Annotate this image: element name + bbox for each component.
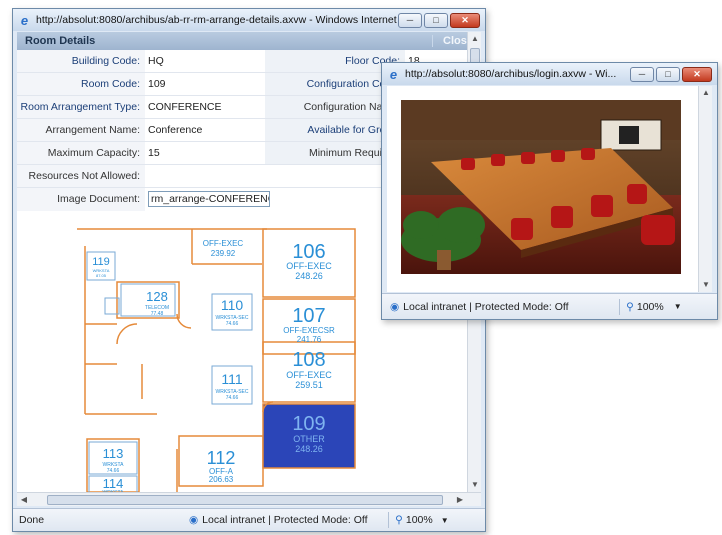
room-113-number[interactable]: 113	[103, 446, 124, 461]
room-109-area: 248.26	[295, 444, 323, 454]
room-106-area: 248.26	[295, 271, 323, 281]
scroll-up-icon[interactable]: ▲	[699, 86, 713, 100]
scroll-down-icon[interactable]: ▼	[699, 278, 713, 292]
room-112-area: 206.63	[209, 475, 234, 484]
maximum-capacity-value: 15	[148, 147, 160, 159]
building-code-value: HQ	[148, 55, 164, 67]
room-top-area: 239.92	[211, 249, 236, 258]
resources-not-allowed-label: Resources Not Allowed:	[17, 165, 145, 187]
zone-globe-icon: ◉	[390, 300, 400, 313]
room-114-number[interactable]: 114	[103, 476, 124, 491]
image-document-field[interactable]: rm_arrange-CONFERENCE	[148, 191, 270, 207]
room-119-number[interactable]: 119	[92, 256, 110, 268]
room-code-label: Room Code:	[17, 73, 145, 95]
room-128-number[interactable]: 128	[146, 289, 168, 304]
zoom-icon: ⚲	[626, 300, 634, 313]
room-arrangement-type-value: CONFERENCE	[148, 101, 222, 113]
popup-zone-text: Local intranet | Protected Mode: Off	[403, 300, 569, 313]
main-window-title: http://absolut:8080/archibus/ab-rr-rm-ar…	[36, 14, 398, 26]
zoom-level[interactable]: 100%	[406, 514, 433, 526]
room-110-number[interactable]: 110	[221, 297, 244, 313]
maximize-icon: □	[433, 15, 439, 25]
dropdown-arrow-icon[interactable]: ▼	[441, 516, 449, 525]
room-details-header: Room Details Close	[17, 32, 481, 50]
horizontal-scroll-thumb[interactable]	[47, 495, 443, 505]
status-divider	[388, 512, 390, 528]
close-window-button[interactable]: ✕	[682, 66, 712, 82]
room-109-type: OTHER	[293, 434, 325, 444]
resources-not-allowed-value	[145, 165, 265, 187]
arrangement-name-value: Conference	[148, 124, 203, 136]
popup-title-bar[interactable]: e http://absolut:8080/archibus/login.axv…	[382, 63, 717, 85]
zone-text: Local intranet | Protected Mode: Off	[202, 514, 368, 526]
room-110-area: 74.66	[226, 321, 239, 327]
minimize-button[interactable]: ─	[630, 66, 654, 82]
room-111-area: 74.66	[226, 395, 239, 401]
minimize-button[interactable]: ─	[398, 12, 422, 28]
popup-window-title: http://absolut:8080/archibus/login.axvw …	[405, 68, 617, 80]
main-status-bar: Done ◉ Local intranet | Protected Mode: …	[13, 508, 485, 531]
building-code-label: Building Code:	[17, 50, 145, 72]
maximize-button[interactable]: □	[656, 66, 680, 82]
popup-status-bar: ◉ Local intranet | Protected Mode: Off ⚲…	[382, 293, 717, 319]
image-document-label: Image Document:	[17, 188, 145, 211]
room-106-type: OFF-EXEC	[286, 261, 332, 271]
popup-content: ▲ ▼	[387, 86, 712, 292]
scroll-down-icon[interactable]: ▼	[468, 478, 481, 492]
room-code-value: 109	[148, 78, 166, 90]
horizontal-scrollbar[interactable]: ◀ ▶	[17, 492, 481, 506]
arrangement-name-label: Arrangement Name:	[17, 119, 145, 141]
room-107-type: OFF-EXECSR	[283, 326, 335, 335]
room-108-number[interactable]: 108	[292, 349, 325, 371]
room-107-number[interactable]: 107	[292, 305, 325, 327]
minimize-icon: ─	[638, 69, 646, 79]
room-109-number[interactable]: 109	[292, 413, 325, 435]
close-icon: ✕	[461, 14, 469, 25]
maximum-capacity-label: Maximum Capacity:	[17, 142, 145, 164]
room-107-area: 241.76	[297, 335, 322, 344]
ie-icon: e	[389, 66, 398, 82]
conference-room-photo	[401, 100, 681, 274]
room-108-area: 259.51	[295, 380, 323, 390]
popup-zoom-level[interactable]: 100%	[637, 301, 664, 313]
photo-popup-window: e http://absolut:8080/archibus/login.axv…	[381, 62, 718, 320]
scroll-right-icon[interactable]: ▶	[453, 493, 467, 506]
panel-title: Room Details	[25, 35, 96, 47]
room-128-area: 77.48	[151, 311, 164, 317]
room-111-number[interactable]: 111	[221, 371, 242, 387]
room-113-area: 74.66	[107, 468, 120, 474]
room-119-area: 87.05	[96, 273, 107, 278]
zone-globe-icon: ◉	[189, 514, 199, 526]
maximize-button[interactable]: □	[424, 12, 448, 28]
room-arrangement-type-label: Room Arrangement Type:	[17, 96, 145, 118]
status-text: Done	[19, 514, 45, 526]
room-112-number[interactable]: 112	[207, 448, 236, 468]
close-icon: ✕	[693, 68, 701, 79]
room-top-type: OFF-EXEC	[203, 239, 244, 248]
minimize-icon: ─	[406, 15, 414, 25]
popup-vertical-scrollbar[interactable]: ▲ ▼	[698, 86, 712, 292]
ie-icon: e	[20, 12, 29, 28]
image-document-cell: rm_arrange-CONFERENCE	[145, 188, 305, 211]
zoom-icon: ⚲	[395, 514, 403, 526]
dropdown-arrow-icon[interactable]: ▼	[674, 302, 682, 311]
main-title-bar[interactable]: e http://absolut:8080/archibus/ab-rr-rm-…	[13, 9, 485, 31]
room-108-type: OFF-EXEC	[286, 370, 332, 380]
scroll-left-icon[interactable]: ◀	[17, 493, 31, 506]
maximize-icon: □	[665, 69, 671, 79]
close-window-button[interactable]: ✕	[450, 12, 480, 28]
scroll-up-icon[interactable]: ▲	[468, 32, 481, 46]
status-divider	[619, 298, 621, 315]
room-106-number[interactable]: 106	[292, 241, 325, 263]
